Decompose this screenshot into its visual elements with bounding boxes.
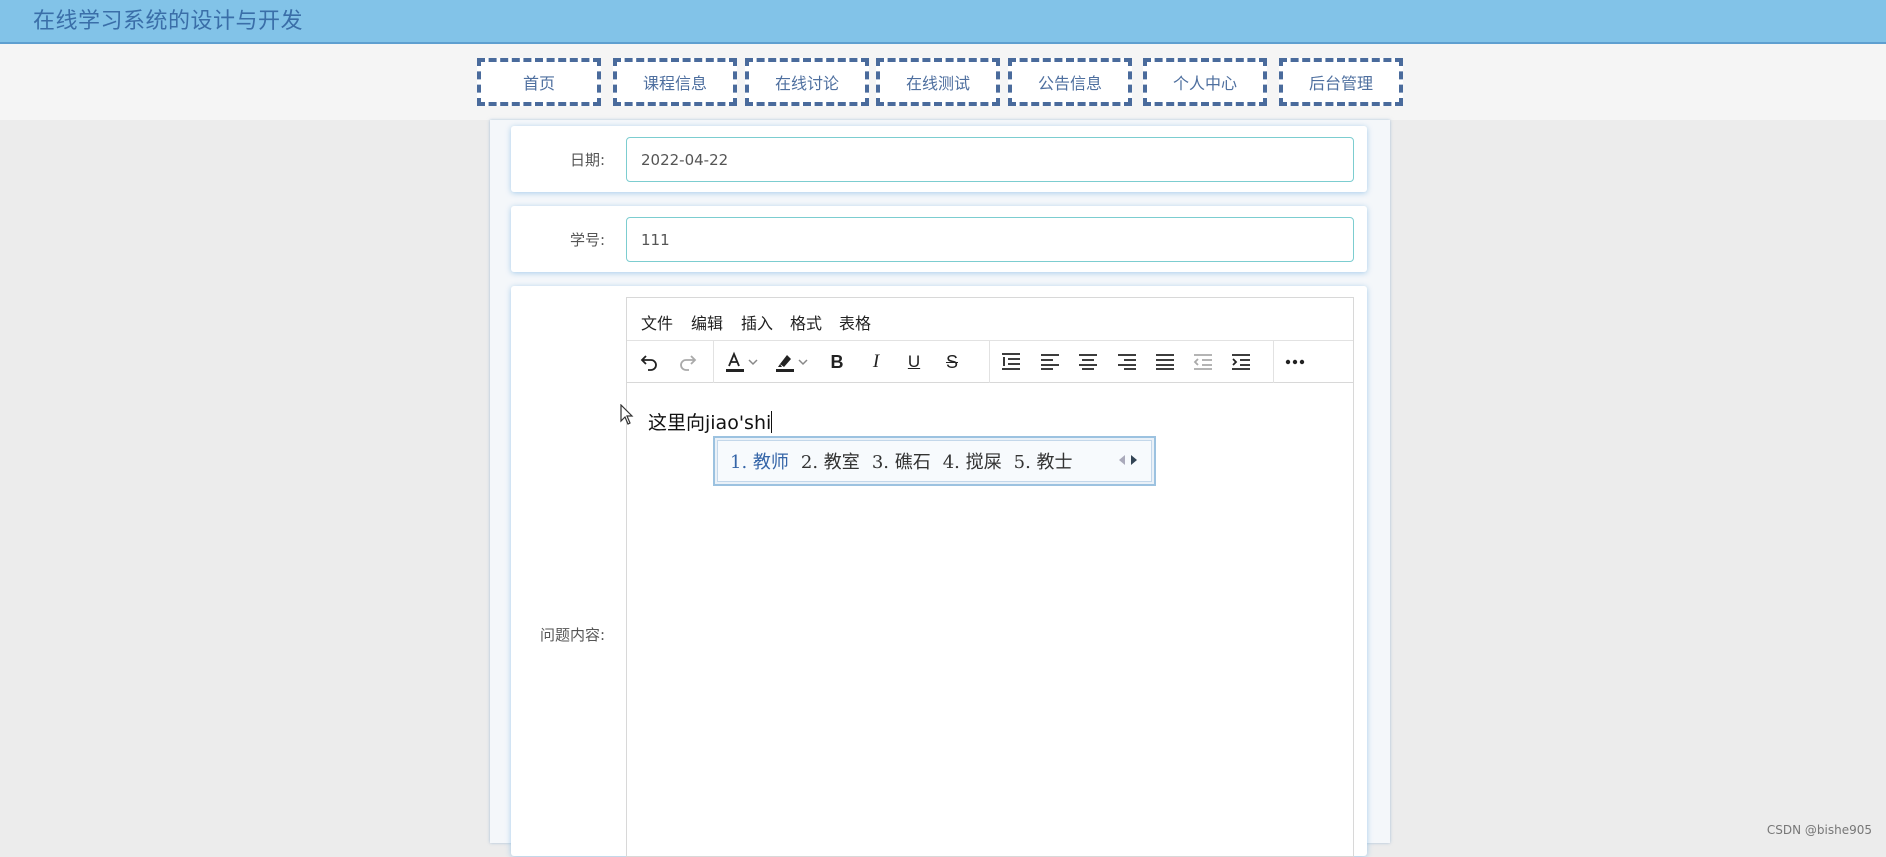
main-nav: 首页 课程信息 在线讨论 在线测试 公告信息 个人中心 后台管理 [0, 44, 1886, 120]
nav-admin[interactable]: 后台管理 [1279, 58, 1403, 106]
editor-content-text: 这里向jiao'shi [648, 412, 772, 434]
rich-text-editor: 文件 编辑 插入 格式 表格 B I U S 这里向jiao'shi [626, 297, 1354, 857]
align-center-icon[interactable] [1074, 348, 1102, 376]
highlight-dropdown-icon[interactable] [795, 348, 811, 376]
site-title: 在线学习系统的设计与开发 [33, 9, 304, 34]
line-height-icon[interactable] [997, 348, 1025, 376]
ime-candidate-3[interactable]: 3. 礁石 [872, 448, 931, 474]
strikethrough-icon[interactable]: S [938, 348, 966, 376]
editor-toolbar: B I U S [627, 341, 1353, 383]
align-left-icon[interactable] [1036, 348, 1064, 376]
more-icon[interactable] [1281, 348, 1309, 376]
menu-edit[interactable]: 编辑 [691, 310, 723, 334]
align-right-icon[interactable] [1113, 348, 1141, 376]
italic-icon[interactable]: I [862, 348, 890, 376]
text-caret [771, 411, 773, 433]
align-justify-icon[interactable] [1151, 348, 1179, 376]
nav-home[interactable]: 首页 [477, 58, 601, 106]
indent-icon[interactable] [1227, 348, 1255, 376]
menu-format[interactable]: 格式 [790, 310, 822, 334]
ime-candidate-4[interactable]: 4. 搅屎 [943, 448, 1002, 474]
ime-candidate-1[interactable]: 1. 教师 [730, 448, 789, 474]
date-label: 日期: [569, 151, 605, 169]
nav-course-info[interactable]: 课程信息 [613, 58, 737, 106]
editor-content[interactable]: 这里向jiao'shi [648, 408, 773, 435]
undo-icon[interactable] [635, 348, 663, 376]
ime-candidate-list: 1. 教师 2. 教室 3. 礁石 4. 搅屎 5. 教士 [717, 440, 1152, 482]
underline-icon[interactable]: U [900, 348, 928, 376]
nav-online-test[interactable]: 在线测试 [876, 58, 1000, 106]
ime-next-page-icon[interactable] [1130, 454, 1138, 466]
nav-online-discussion[interactable]: 在线讨论 [745, 58, 869, 106]
nav-announcements[interactable]: 公告信息 [1008, 58, 1132, 106]
watermark: CSDN @bishe905 [1766, 823, 1872, 837]
editor-menubar: 文件 编辑 插入 格式 表格 [627, 298, 1353, 341]
bold-icon[interactable]: B [823, 348, 851, 376]
menu-table[interactable]: 表格 [839, 310, 871, 334]
ime-prev-page-icon[interactable] [1118, 454, 1126, 466]
font-color-dropdown-icon[interactable] [745, 348, 761, 376]
redo-icon[interactable] [674, 348, 702, 376]
ime-candidate-5[interactable]: 5. 教士 [1014, 448, 1073, 474]
question-label: 问题内容: [539, 626, 605, 644]
outdent-icon[interactable] [1189, 348, 1217, 376]
top-header: 在线学习系统的设计与开发 [0, 0, 1886, 44]
student-id-input[interactable]: 111 [626, 217, 1354, 262]
nav-personal-center[interactable]: 个人中心 [1143, 58, 1267, 106]
date-input[interactable]: 2022-04-22 [626, 137, 1354, 182]
ime-candidate-2[interactable]: 2. 教室 [801, 448, 860, 474]
mouse-cursor-icon [620, 404, 634, 425]
menu-file[interactable]: 文件 [641, 310, 673, 334]
student-id-label: 学号: [569, 231, 605, 249]
ime-page-arrows [1118, 454, 1138, 466]
ime-candidate-window: 1. 教师 2. 教室 3. 礁石 4. 搅屎 5. 教士 [713, 436, 1156, 486]
menu-insert[interactable]: 插入 [741, 310, 773, 334]
